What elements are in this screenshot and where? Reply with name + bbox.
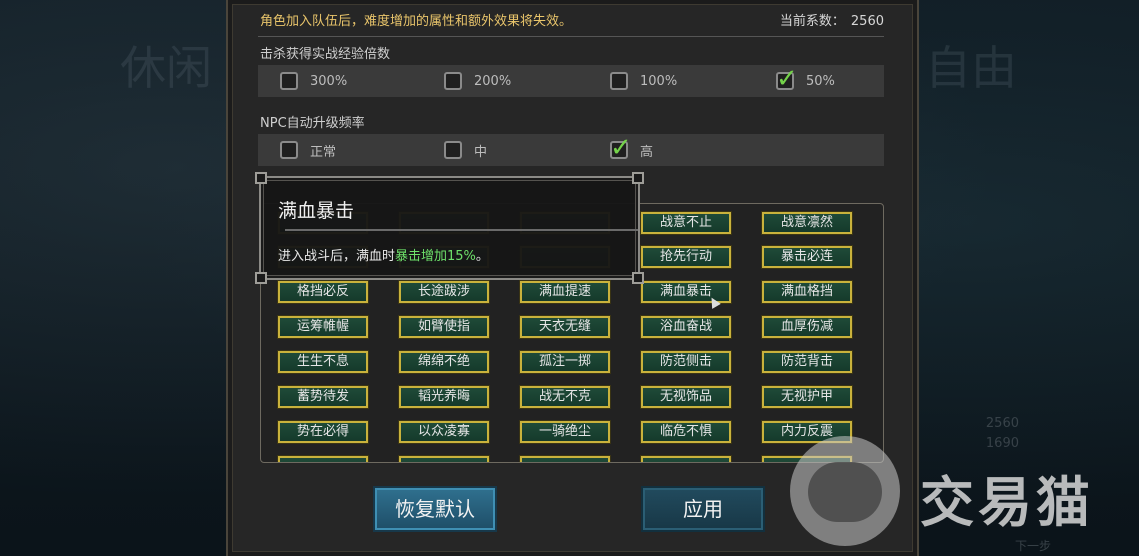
trait-button[interactable] (399, 456, 489, 462)
trait-button[interactable]: 防范背击 (762, 351, 852, 373)
tooltip-corner (632, 172, 644, 184)
trait-button[interactable] (641, 456, 731, 462)
option-label: 高 (640, 144, 654, 160)
option-label: 正常 (310, 144, 337, 160)
trait-button[interactable]: 战意凛然 (762, 212, 852, 234)
background-calligraphy-right: 自由 (925, 41, 1017, 95)
checkmark-icon: ✓ (610, 133, 632, 163)
coefficient-display: 当前系数： 2560 (780, 10, 884, 29)
trait-button[interactable]: 战无不克 (520, 386, 610, 408)
trait-button[interactable]: 一骑绝尘 (520, 421, 610, 443)
trait-button[interactable]: 如臂使指 (399, 316, 489, 338)
checkbox[interactable]: ✓ (776, 64, 798, 94)
trait-button[interactable]: 以众凌寡 (399, 421, 489, 443)
trait-button[interactable]: 暴击必连 (762, 246, 852, 268)
background-calligraphy-left: 休闲 (120, 41, 212, 95)
npc-option-normal[interactable]: ✓ 正常 (280, 139, 336, 161)
trait-tooltip: 满血暴击 进入战斗后，满血时暴击增加15%。 (255, 172, 644, 284)
trait-button[interactable]: 血厚伤减 (762, 316, 852, 338)
tooltip-divider (285, 229, 638, 231)
header-bar: 角色加入队伍后，难度增加的属性和额外效果将失效。 当前系数： 2560 (258, 0, 884, 37)
panel-content: 角色加入队伍后，难度增加的属性和额外效果将失效。 当前系数： 2560 击杀获得实… (258, 0, 884, 463)
exp-option-50[interactable]: ✓ 50% (776, 64, 835, 94)
trait-button[interactable]: 满血格挡 (762, 281, 852, 303)
npc-option-high[interactable]: ✓ 高 (610, 133, 654, 163)
tooltip-title: 满血暴击 (278, 200, 355, 222)
cat-face-icon (808, 462, 882, 522)
trait-button[interactable]: 格挡必反 (278, 281, 368, 303)
option-label: 100% (640, 73, 678, 89)
exp-option-100[interactable]: ✓ 100% (610, 70, 677, 92)
checkbox[interactable]: ✓ (444, 72, 462, 90)
checkbox[interactable]: ✓ (280, 141, 298, 159)
exp-option-300[interactable]: ✓ 300% (280, 70, 347, 92)
warning-text: 角色加入队伍后，难度增加的属性和额外效果将失效。 (260, 14, 573, 29)
trait-button[interactable]: 长途跋涉 (399, 281, 489, 303)
trait-button[interactable]: 抢先行动 (641, 246, 731, 268)
coefficient-label: 当前系数： (779, 14, 845, 29)
trait-button[interactable]: 韬光养晦 (399, 386, 489, 408)
trait-button[interactable]: 防范侧击 (641, 351, 731, 373)
checkmark-icon: ✓ (776, 64, 798, 94)
tooltip-desc-highlight: 暴击增加15% (395, 249, 476, 264)
trait-button[interactable]: 满血提速 (520, 281, 610, 303)
checkbox[interactable]: ✓ (280, 72, 298, 90)
background-stat: 2560 (985, 416, 1019, 431)
trait-button[interactable]: 战意不止 (641, 212, 731, 234)
apply-button[interactable]: 应用 (643, 488, 763, 530)
tooltip-corner (632, 272, 644, 284)
coefficient-value: 2560 (850, 14, 884, 29)
option-label: 50% (806, 73, 835, 89)
trait-button[interactable]: 生生不息 (278, 351, 368, 373)
trait-button[interactable]: 绵绵不绝 (399, 351, 489, 373)
watermark-text: 交易猫 (920, 471, 1094, 534)
tooltip-corner (255, 172, 267, 184)
npc-option-medium[interactable]: ✓ 中 (444, 139, 487, 161)
tooltip-corner (255, 272, 267, 284)
option-label: 200% (474, 73, 512, 89)
trait-button[interactable]: 临危不惧 (641, 421, 731, 443)
trait-button[interactable]: 浴血奋战 (641, 316, 731, 338)
npc-levelup-title: NPC自动升级频率 (260, 116, 365, 131)
trait-button[interactable]: 运筹帷幄 (278, 316, 368, 338)
reset-default-button[interactable]: 恢复默认 (375, 488, 495, 530)
trait-button[interactable]: 孤注一掷 (520, 351, 610, 373)
tooltip-desc-suffix: 。 (475, 249, 489, 264)
exp-multiplier-title: 击杀获得实战经验倍数 (260, 47, 391, 62)
option-label: 300% (310, 73, 348, 89)
tooltip-desc-prefix: 进入战斗后，满血时 (278, 249, 396, 264)
watermark: 交易猫 (790, 436, 1130, 546)
checkbox[interactable]: ✓ (610, 72, 628, 90)
exp-multiplier-options: ✓ 300% ✓ 200% ✓ 100% ✓ 50% (258, 64, 884, 97)
cat-logo-icon (790, 436, 900, 546)
trait-button[interactable]: 蓄势待发 (278, 386, 368, 408)
trait-button[interactable]: 天衣无缝 (520, 316, 610, 338)
trait-button[interactable] (278, 456, 368, 462)
checkbox[interactable]: ✓ (444, 141, 462, 159)
checkbox[interactable]: ✓ (610, 133, 632, 163)
trait-button[interactable]: 无视护甲 (762, 386, 852, 408)
option-label: 中 (474, 144, 488, 160)
trait-button[interactable] (520, 456, 610, 462)
trait-button[interactable]: 无视饰品 (641, 386, 731, 408)
trait-button[interactable]: 势在必得 (278, 421, 368, 443)
tooltip-description: 进入战斗后，满血时暴击增加15%。 (278, 245, 489, 264)
npc-levelup-options: ✓ 正常 ✓ 中 ✓ 高 (258, 133, 884, 166)
exp-option-200[interactable]: ✓ 200% (444, 70, 511, 92)
